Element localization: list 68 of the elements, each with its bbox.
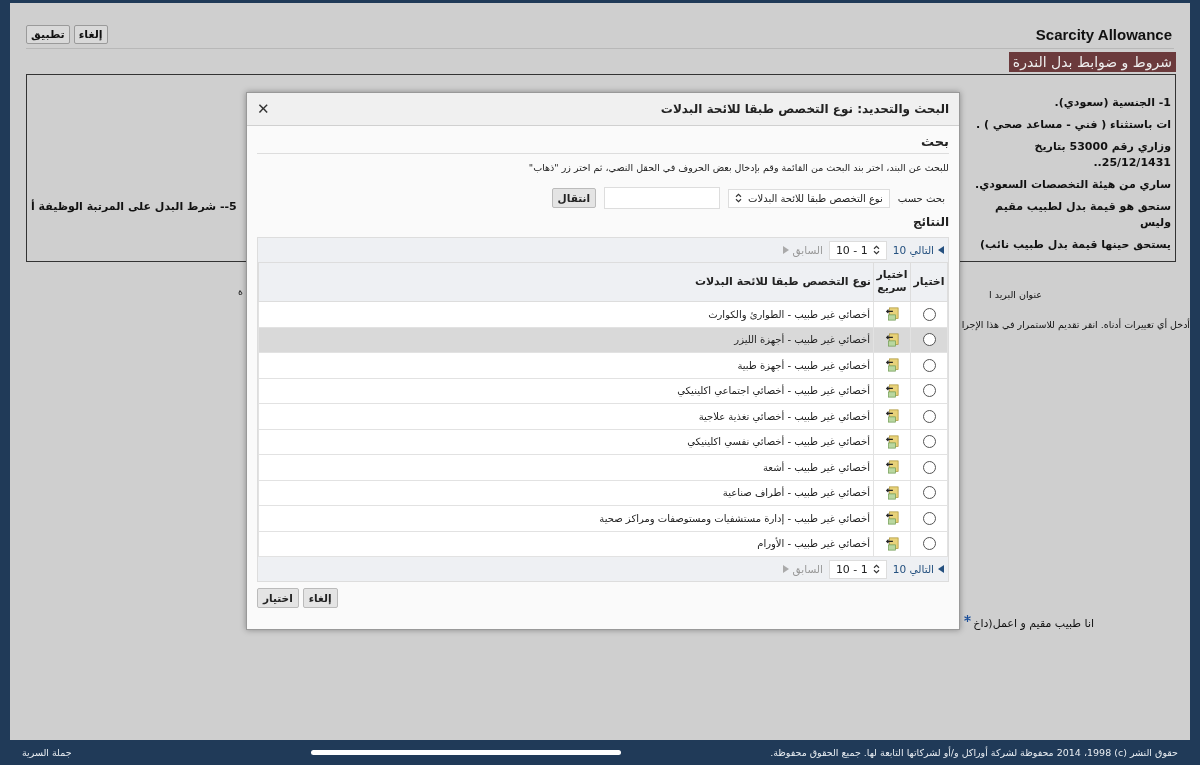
form-label: ة — [238, 286, 243, 299]
terms-text: 1- الجنسية (سعودي). — [1053, 95, 1171, 111]
radio-button[interactable] — [922, 486, 936, 500]
privacy-link[interactable]: جملة السرية — [22, 747, 72, 758]
section-heading: بحث — [257, 134, 949, 154]
document-arrow-icon[interactable] — [885, 383, 899, 398]
table-cell: أخصائي غير طبيب - أخصائي نفسي اكلينيكي — [258, 429, 874, 455]
terms-text: وزاري رقم 53000 بتاريخ 25/12/1431.. — [1033, 139, 1171, 171]
radio-button[interactable] — [922, 511, 936, 525]
section-heading: النتائج — [911, 215, 949, 229]
dialog-button[interactable]: إلغاء — [302, 588, 338, 608]
document-arrow-icon[interactable] — [885, 536, 899, 551]
table-cell: أخصائي غير طبيب - أخصائي اجتماعي اكلينيكي — [258, 378, 874, 404]
document-arrow-icon[interactable] — [885, 332, 899, 347]
form-label: أدخل أي تغييرات أدناه. انقر تقديم للاستمرار في هذا الإجرا — [961, 318, 1190, 330]
terms-text: ستحق هو قيمة بدل لطبيب مقيم وليس — [994, 199, 1171, 231]
terms-text: 5-- شرط البدل على المرتبة الوظيفة أ — [31, 199, 238, 215]
radio-button[interactable] — [922, 358, 936, 372]
next-link[interactable]: التالي 10 — [892, 563, 944, 575]
table-cell: أخصائي غير طبيب - إدارة مستشفيات ومستوصفات ومراكز صحية — [258, 505, 874, 531]
search-by-select[interactable]: نوع التخصص طبقا للائحة البدلات — [728, 188, 890, 208]
next-link[interactable]: التالي 10 — [892, 244, 944, 256]
up-down-chevron-icon — [872, 564, 880, 574]
radio-button[interactable] — [922, 460, 936, 474]
close-button[interactable]: ✕ — [257, 100, 270, 118]
document-arrow-icon[interactable] — [885, 434, 899, 449]
radio-button[interactable] — [922, 384, 936, 398]
radio-button[interactable] — [922, 307, 936, 321]
go-button[interactable]: انتقال — [551, 188, 597, 208]
up-down-chevron-icon — [872, 245, 880, 255]
field-label: بحث حسب — [897, 192, 945, 204]
dialog-button[interactable]: اختيار — [257, 588, 299, 608]
terms-text: يستحق حينها قيمة بدل طبيب نائب) — [979, 237, 1171, 253]
range-select[interactable]: 1 - 10 — [828, 240, 887, 260]
table-cell: أخصائي غير طبيب - أجهزة طبية — [258, 352, 874, 378]
range-select[interactable]: 1 - 10 — [828, 559, 887, 579]
radio-button[interactable] — [922, 409, 936, 423]
document-arrow-icon[interactable] — [885, 409, 899, 424]
column-header: اختيار — [910, 262, 948, 302]
table-cell: أخصائي غير طبيب - أجهزة الليزر — [258, 327, 874, 353]
document-arrow-icon[interactable] — [885, 358, 899, 373]
up-down-chevron-icon — [735, 193, 743, 203]
section-heading: شروط و ضوابط بدل الندرة — [1008, 52, 1176, 72]
search-field[interactable] — [604, 187, 721, 209]
toolbar-button[interactable]: إلغاء — [73, 24, 108, 44]
table-cell: أخصائي غير طبيب - أطراف صناعية — [258, 480, 874, 506]
terms-text: ات باستثناء ( فني - مساعد صحي ) . — [974, 117, 1171, 133]
page-title: Scarcity Allowance — [1035, 25, 1172, 43]
form-label: عنوان البريد ا — [989, 288, 1042, 300]
radio-button[interactable] — [922, 333, 936, 347]
document-arrow-icon[interactable] — [885, 307, 899, 322]
terms-text: ساري من هيئة التخصصات السعودي. — [974, 177, 1171, 193]
column-header: اختيار سريع — [873, 262, 911, 302]
radio-button[interactable] — [922, 435, 936, 449]
dialog-title: البحث والتحديد: نوع التخصص طبقا للائحة البدلات — [660, 102, 949, 116]
column-header: نوع التخصص طبقا للائحة البدلات — [258, 262, 874, 302]
radio-button[interactable] — [922, 537, 936, 551]
table-cell: أخصائي غير طبيب - الأورام — [258, 531, 874, 557]
document-arrow-icon[interactable] — [885, 511, 899, 526]
toolbar-button[interactable]: تطبيق — [26, 24, 70, 44]
table-cell: أخصائي غير طبيب - أخصائي تغذية علاجية — [258, 403, 874, 429]
instructions-text: للبحث عن البند، اختر بند البحث من القائمة وقم بإدخال بعض الحروف في الحقل النصي، ثم اختر زر "ذهاب" — [527, 162, 949, 173]
table-cell: أخصائي غير طبيب - أشعة — [258, 454, 874, 480]
copyright-text: حقوق النشر (c) 2014 ،1998 محفوظة لشركة أوراكل و/أو لشركاتها التابعة لها. جميع الحقوق محفوظة. — [770, 747, 1178, 758]
form-label: انا طبيب مقيم و اعمل(داخ — [973, 616, 1094, 630]
table-cell: أخصائي غير طبيب - الطوارئ والكوارث — [258, 301, 874, 327]
document-arrow-icon[interactable] — [885, 460, 899, 475]
document-arrow-icon[interactable] — [885, 485, 899, 500]
